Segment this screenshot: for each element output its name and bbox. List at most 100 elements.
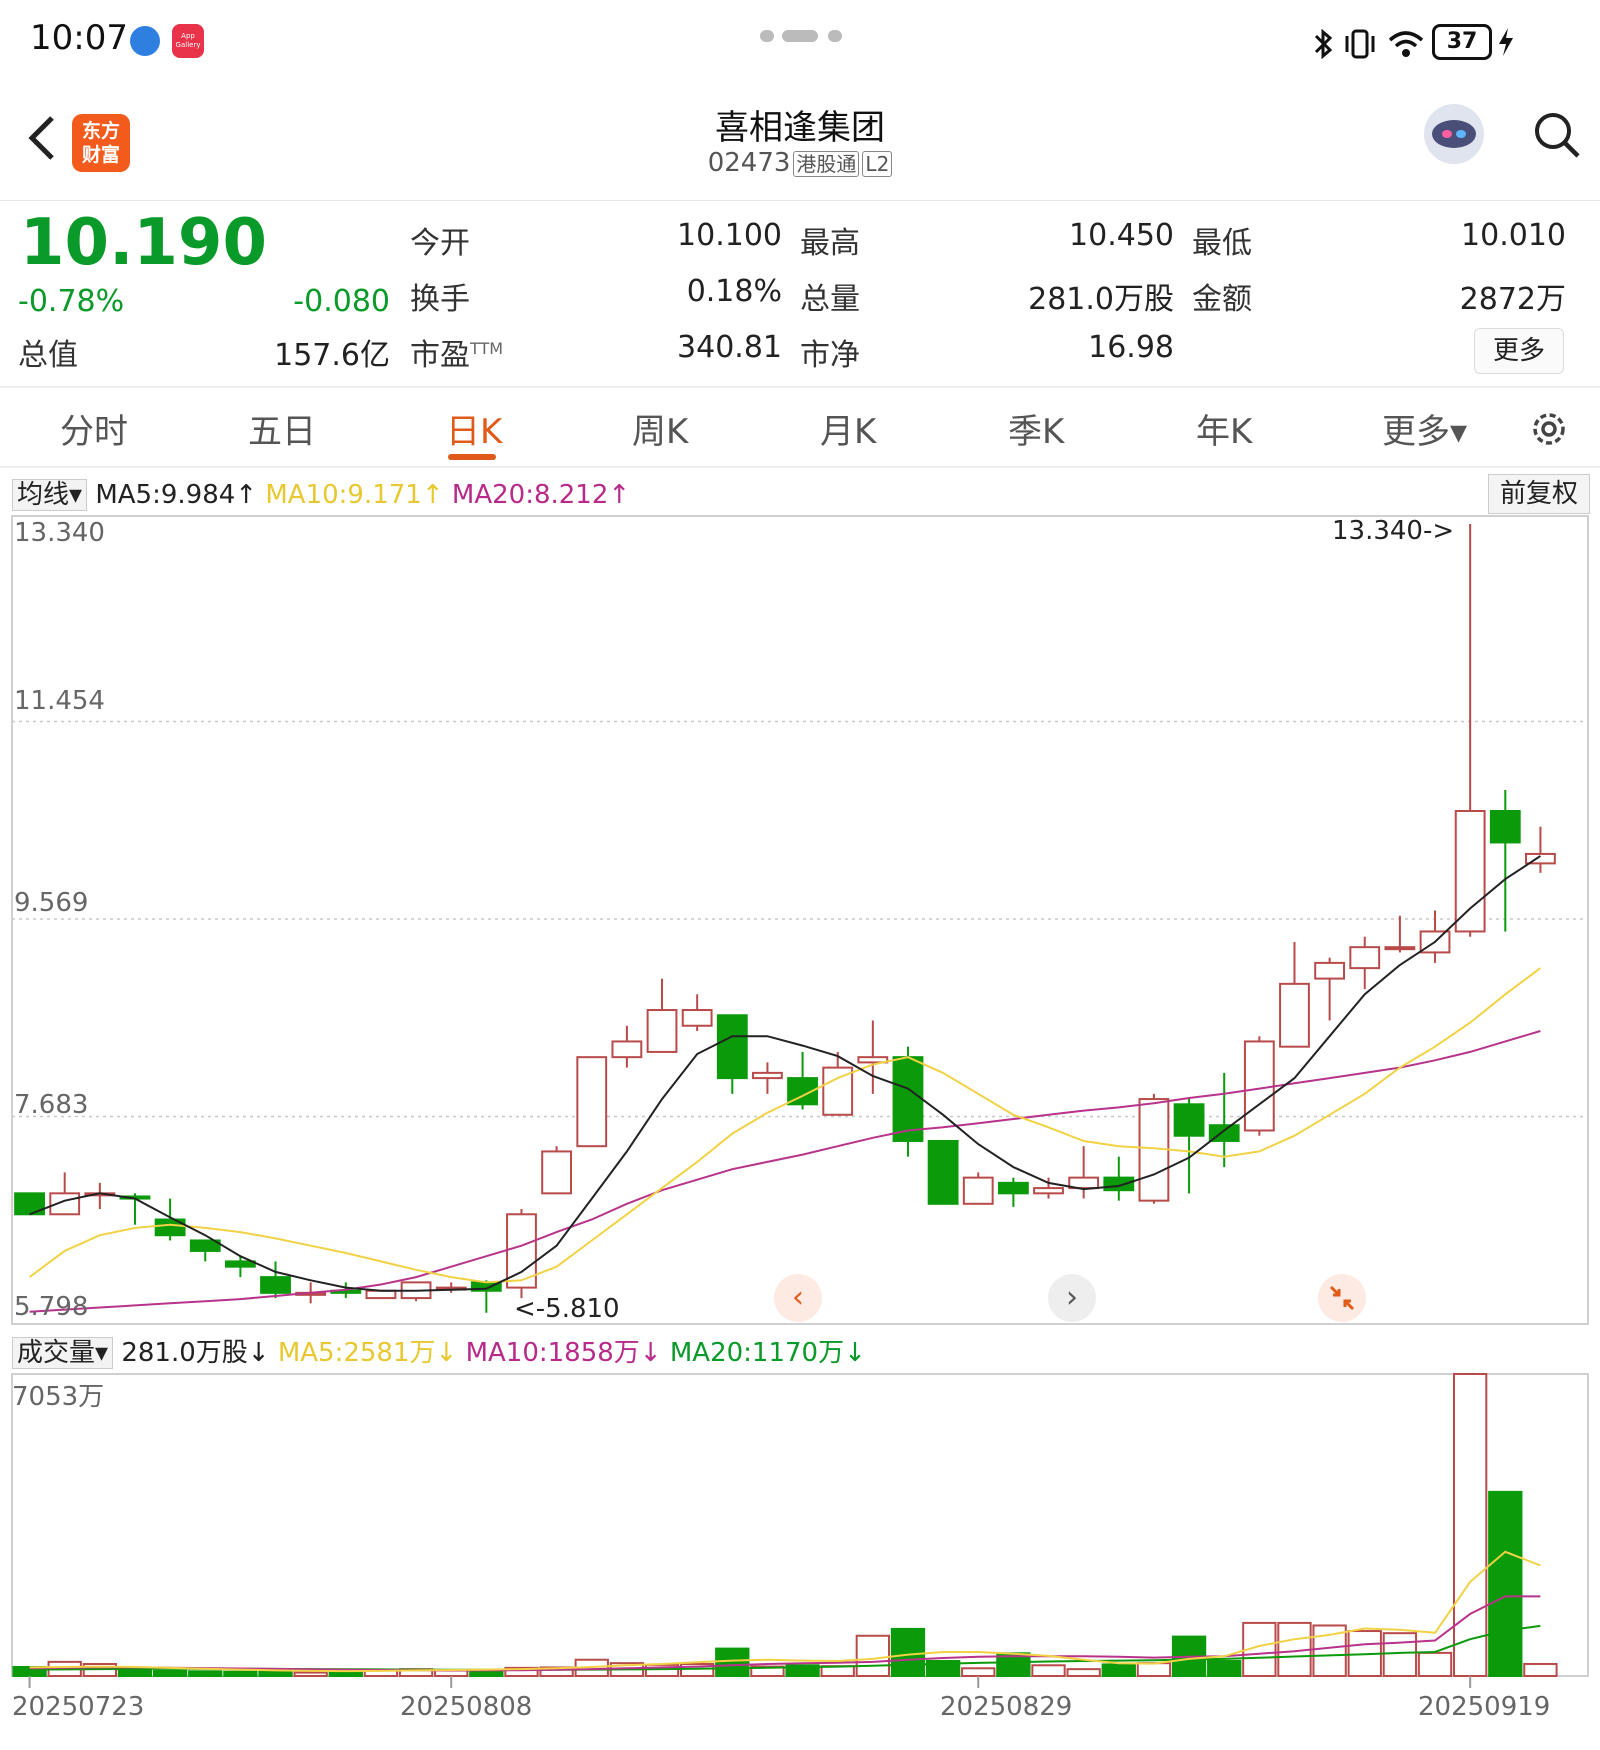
volume-selector-button[interactable]: 成交量▾ — [12, 1337, 114, 1369]
candle-down — [1489, 810, 1521, 844]
wifi-icon — [1388, 31, 1424, 57]
volume-value: 281.0万股 — [1028, 282, 1174, 317]
tab-quarterly-k[interactable]: 季K — [1008, 404, 1064, 453]
candle-up — [1314, 961, 1346, 980]
date-label-3: 20250829 — [940, 1692, 1073, 1722]
candle-up — [646, 1009, 678, 1053]
candle-up — [611, 1040, 643, 1059]
volume-bar-down — [152, 1669, 188, 1677]
price-chart-frame — [11, 515, 1589, 1325]
price-axis-label-bottom: 5.798 — [14, 1292, 89, 1322]
stock-name: 喜相逢集团 — [715, 108, 885, 148]
turnover-value: 0.18% — [686, 274, 782, 309]
volume-bar-up — [1382, 1632, 1418, 1677]
volume-label: 总量 — [800, 282, 860, 317]
ma5-line — [29, 855, 1541, 1292]
high-label: 最高 — [800, 226, 860, 261]
tab-monthly-k[interactable]: 月K — [820, 404, 876, 453]
volume-bar-down — [890, 1627, 926, 1677]
pe-value: 340.81 — [677, 330, 782, 365]
volume-bar-up — [961, 1667, 996, 1677]
candle-down — [997, 1181, 1029, 1195]
pe-label-text: 市盈 — [410, 338, 470, 373]
candle-down — [716, 1014, 748, 1080]
ma-selector-button[interactable]: 均线▾ — [12, 479, 88, 511]
candle-up — [1349, 946, 1381, 970]
ma10-line — [29, 967, 1541, 1284]
volume-bar-down — [469, 1669, 504, 1677]
kline-chart[interactable] — [0, 514, 1600, 1326]
candle-up — [541, 1150, 573, 1195]
volume-bar-up — [1452, 1373, 1488, 1677]
adjustment-button[interactable]: 前复权 — [1488, 474, 1590, 514]
stock-code-row: 02473 港股通 L2 — [0, 148, 1600, 178]
pb-value: 16.98 — [1088, 330, 1174, 365]
handle-dot-left — [760, 30, 774, 42]
candle-down — [892, 1056, 924, 1142]
candle-up — [962, 1176, 994, 1205]
bluetooth-icon — [1314, 28, 1333, 60]
open-label: 今开 — [410, 226, 470, 261]
candle-down — [927, 1139, 959, 1205]
robot-assistant-icon[interactable] — [1424, 104, 1484, 164]
shrink-chart-button[interactable] — [1318, 1274, 1366, 1322]
candle-up — [1279, 982, 1310, 1048]
more-quote-button[interactable]: 更多 — [1474, 328, 1564, 374]
vol-ma5-legend: MA5:2581万↓ — [277, 1338, 458, 1368]
handle-pill[interactable] — [782, 30, 818, 42]
volume-bar-up — [1417, 1651, 1453, 1678]
pb-label: 市净 — [800, 338, 860, 373]
candle-up — [1384, 946, 1416, 951]
turnover-label: 换手 — [410, 282, 470, 317]
pe-ttm-sup: TTM — [470, 339, 504, 358]
ma20-line — [29, 1030, 1541, 1313]
tabs-divider — [0, 466, 1600, 468]
app-gallery-icon: App Gallery — [172, 24, 204, 58]
vol-ma20-legend: MA20:1170万↓ — [669, 1338, 866, 1368]
charging-icon — [1499, 28, 1513, 56]
price-axis-label-3: 9.569 — [14, 888, 89, 918]
ma20-legend: MA20:8.212↑ — [451, 480, 631, 510]
active-tab-indicator — [448, 454, 496, 460]
status-time: 10:07 — [30, 18, 128, 58]
low-value: 10.010 — [1461, 218, 1566, 253]
high-value: 10.450 — [1069, 218, 1174, 253]
date-label-2: 20250808 — [400, 1692, 533, 1722]
volume-bar-down — [258, 1670, 293, 1677]
open-value: 10.100 — [677, 218, 782, 253]
quote-divider — [0, 386, 1600, 388]
tab-daily-k[interactable]: 日K — [446, 404, 502, 453]
price-axis-label-4: 7.683 — [14, 1090, 89, 1120]
candle-up — [752, 1071, 783, 1080]
last-price: 10.190 — [20, 206, 267, 280]
volume-bar-down — [1488, 1490, 1523, 1678]
hk-connect-tag: 港股通 — [793, 151, 860, 177]
amount-label: 金额 — [1192, 282, 1252, 317]
tab-more-periods[interactable]: 更多▾ — [1382, 404, 1467, 453]
change-value: -0.080 — [293, 284, 390, 319]
change-percent: -0.78% — [18, 284, 125, 319]
volume-bar-up — [1523, 1662, 1558, 1677]
volume-bar-down — [715, 1647, 750, 1678]
min-price-annotation: <-5.810 — [514, 1294, 620, 1324]
search-icon[interactable] — [1532, 110, 1582, 160]
volume-bar-up — [1031, 1664, 1066, 1678]
candle-down — [224, 1260, 256, 1268]
stock-code: 02473 — [707, 148, 791, 178]
compress-icon — [1329, 1285, 1355, 1311]
volume-bar-up — [293, 1671, 328, 1677]
volume-chart[interactable] — [0, 1372, 1600, 1690]
date-label-4: 20250919 — [1418, 1692, 1551, 1722]
scroll-right-button[interactable]: › — [1048, 1274, 1096, 1322]
tab-five-day[interactable]: 五日 — [248, 404, 316, 453]
volume-bar-up — [855, 1634, 891, 1677]
candle-up — [1033, 1187, 1064, 1195]
scroll-left-button[interactable]: ‹ — [774, 1274, 822, 1322]
tab-intraday[interactable]: 分时 — [60, 404, 128, 453]
candle-up — [576, 1056, 608, 1148]
tab-weekly-k[interactable]: 周K — [632, 404, 688, 453]
gear-icon[interactable] — [1528, 408, 1570, 450]
vibrate-icon — [1345, 29, 1375, 59]
tab-yearly-k[interactable]: 年K — [1196, 404, 1252, 453]
candle-down — [260, 1276, 291, 1294]
